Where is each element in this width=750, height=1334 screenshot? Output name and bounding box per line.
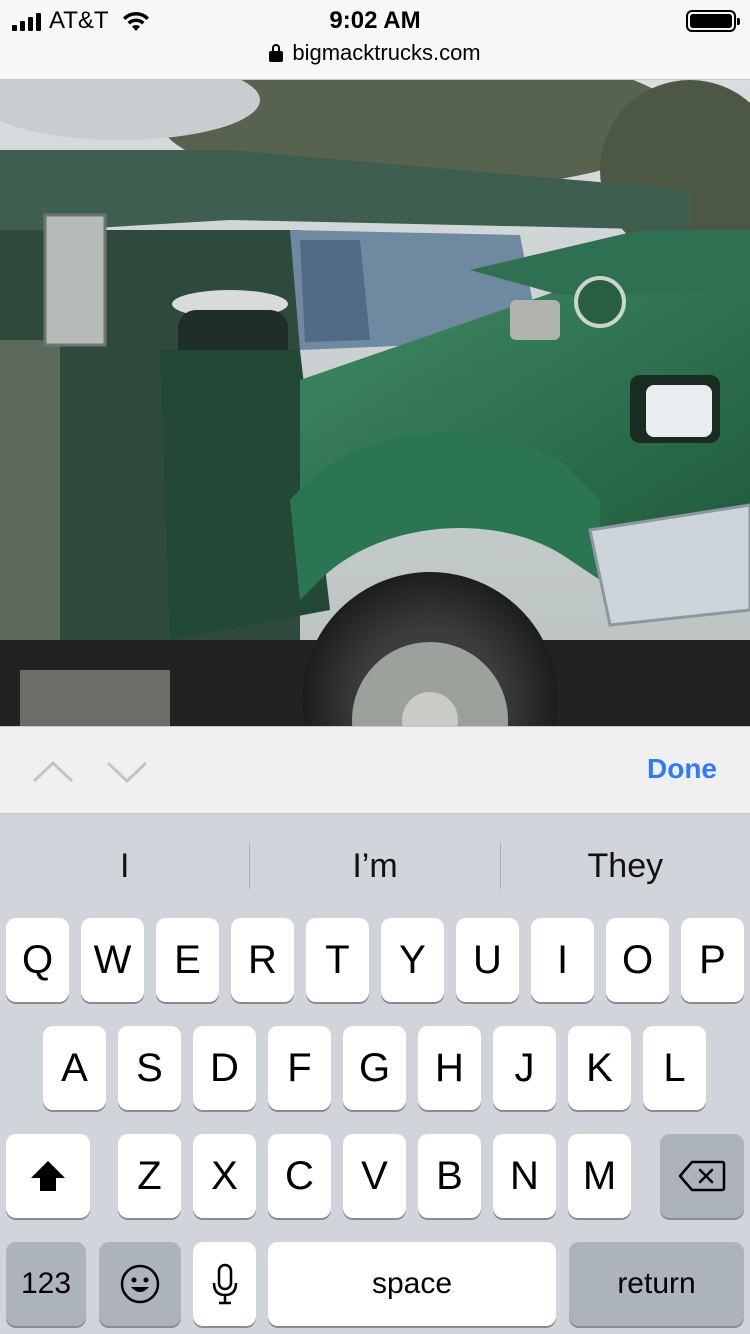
key-p[interactable]: P	[681, 918, 744, 1002]
key-a[interactable]: A	[43, 1026, 106, 1110]
space-key[interactable]: space	[268, 1242, 556, 1326]
truck-photo-drawing	[0, 80, 750, 726]
key-f[interactable]: F	[268, 1026, 331, 1110]
key-t[interactable]: T	[306, 918, 369, 1002]
form-accessory-bar: Done	[0, 726, 750, 814]
key-w[interactable]: W	[81, 918, 144, 1002]
dictation-key[interactable]	[193, 1242, 256, 1326]
lock-icon	[269, 44, 284, 62]
next-field-button[interactable]	[104, 751, 150, 791]
key-d[interactable]: D	[193, 1026, 256, 1110]
key-x[interactable]: X	[193, 1134, 256, 1218]
key-e[interactable]: E	[156, 918, 219, 1002]
key-o[interactable]: O	[606, 918, 669, 1002]
shift-arrow-icon	[31, 1161, 65, 1191]
emoji-key[interactable]	[99, 1242, 181, 1326]
key-k[interactable]: K	[568, 1026, 631, 1110]
status-and-url-bar: AT&T 9:02 AM bigmacktrucks.com	[0, 0, 750, 80]
address-bar[interactable]: bigmacktrucks.com	[0, 40, 750, 66]
key-q[interactable]: Q	[6, 918, 69, 1002]
return-key[interactable]: return	[569, 1242, 744, 1326]
key-g[interactable]: G	[343, 1026, 406, 1110]
key-v[interactable]: V	[343, 1134, 406, 1218]
suggestion-1[interactable]: I	[0, 847, 249, 886]
suggestion-2[interactable]: I’m	[250, 847, 499, 886]
truck-photo[interactable]	[0, 80, 750, 726]
backspace-icon	[678, 1160, 726, 1192]
microphone-icon	[212, 1263, 237, 1305]
key-j[interactable]: J	[493, 1026, 556, 1110]
key-h[interactable]: H	[418, 1026, 481, 1110]
key-b[interactable]: B	[418, 1134, 481, 1218]
suggestion-3[interactable]: They	[501, 847, 750, 886]
chevron-down-icon	[106, 761, 148, 784]
key-u[interactable]: U	[456, 918, 519, 1002]
key-z[interactable]: Z	[118, 1134, 181, 1218]
key-i[interactable]: I	[531, 918, 594, 1002]
previous-field-button[interactable]	[30, 751, 76, 791]
backspace-key[interactable]	[660, 1134, 744, 1218]
key-y[interactable]: Y	[381, 918, 444, 1002]
shift-key[interactable]	[6, 1134, 90, 1218]
battery-icon	[686, 10, 740, 32]
chevron-up-icon	[32, 760, 74, 783]
keyboard: I I’m They Q W E R T Y U I O P A S D F G…	[0, 814, 750, 1334]
emoji-icon	[120, 1264, 160, 1304]
key-l[interactable]: L	[643, 1026, 706, 1110]
key-r[interactable]: R	[231, 918, 294, 1002]
key-s[interactable]: S	[118, 1026, 181, 1110]
numbers-key[interactable]: 123	[6, 1242, 86, 1326]
key-c[interactable]: C	[268, 1134, 331, 1218]
done-button[interactable]: Done	[647, 753, 717, 785]
url-text[interactable]: bigmacktrucks.com	[292, 40, 480, 66]
clock: 9:02 AM	[329, 7, 421, 34]
key-n[interactable]: N	[493, 1134, 556, 1218]
predictive-bar: I I’m They	[0, 814, 750, 918]
key-m[interactable]: M	[568, 1134, 631, 1218]
